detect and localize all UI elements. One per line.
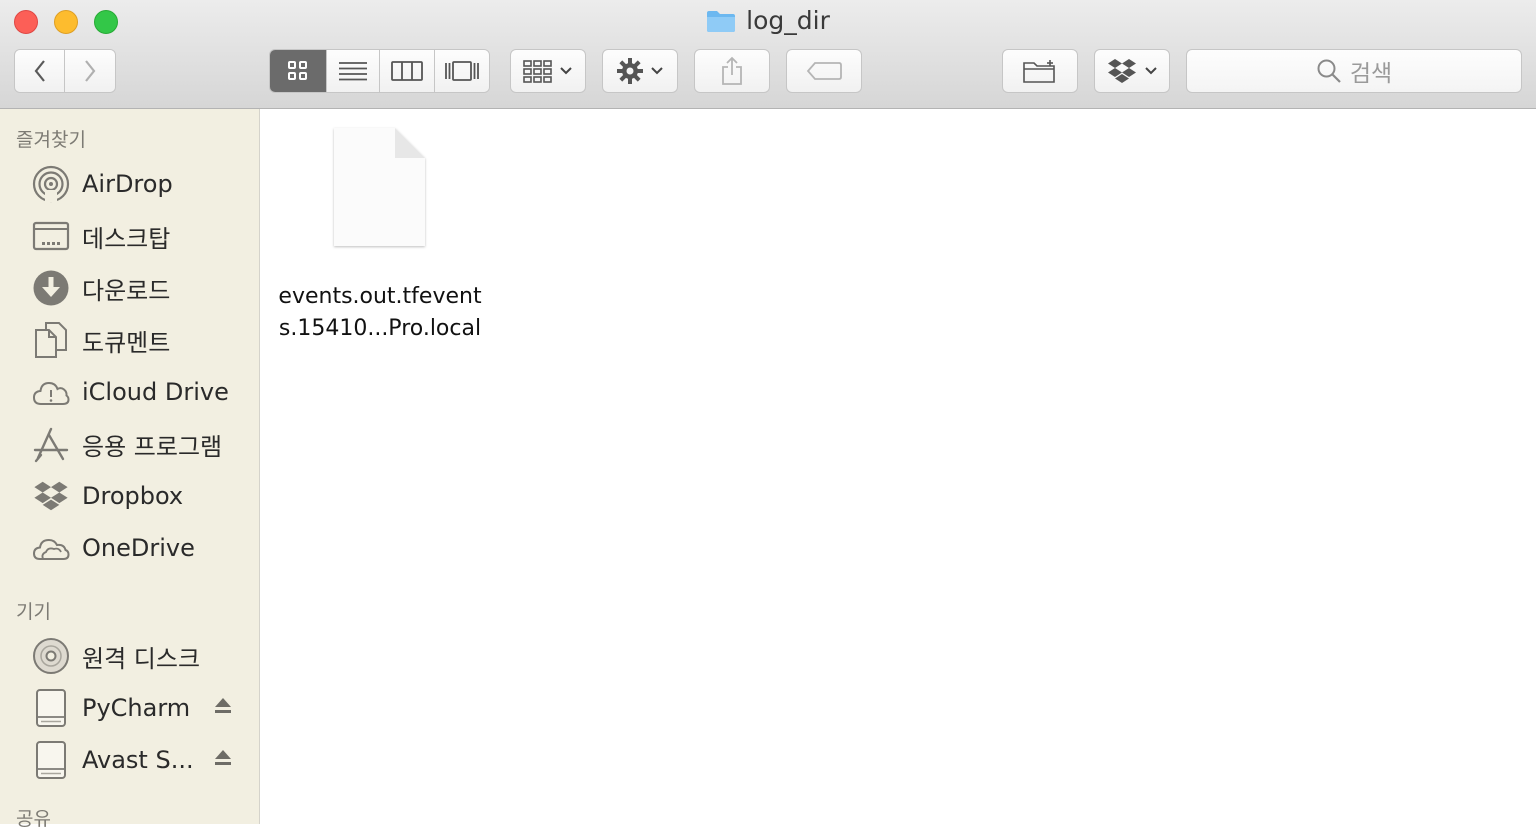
list-view-button[interactable] [327,50,380,92]
list-icon [339,62,368,81]
eject-icon[interactable] [213,696,233,720]
edit-tags-button[interactable] [786,49,862,93]
sidebar-item-applications[interactable]: 응용 프로그램 [30,422,255,466]
sidebar-item-icloud-drive[interactable]: iCloud Drive [30,370,255,414]
dropbox-icon [1108,59,1136,83]
sidebar-item-label: OneDrive [82,534,195,562]
file-name-line: s.15410...Pro.local [278,316,482,341]
navigation-buttons [14,49,116,93]
drive-icon [30,740,72,780]
search-icon [1317,59,1341,83]
share-button[interactable] [694,49,770,93]
window-title: log_dir [0,6,1536,39]
file-name: events.out.tfevent s.15410...Pro.local [275,281,485,345]
dropbox-icon [30,476,72,516]
sidebar-item-label: 도큐멘트 [82,328,171,357]
window-title-label: log_dir [746,6,830,35]
sidebar-item-label: 응용 프로그램 [82,432,223,461]
sidebar-item-label: 데스크탑 [82,224,171,253]
columns-icon [390,61,423,81]
applications-icon [30,424,72,464]
back-button[interactable] [15,50,65,92]
share-icon [722,56,742,85]
sidebar-item-pycharm[interactable]: PyCharm [30,686,255,730]
sidebar-item-dropbox[interactable]: Dropbox [30,474,255,518]
eject-icon[interactable] [213,748,233,772]
sidebar-item-avast[interactable]: Avast S... [30,738,255,782]
sidebar-item-remote-disc[interactable]: 원격 디스크 [30,634,255,678]
window-toolbar: log_dir 검색 [0,0,1536,109]
new-folder-icon [1023,60,1055,83]
new-folder-button[interactable] [1002,49,1078,93]
tag-icon [806,62,842,80]
gear-icon [617,58,643,84]
chevron-left-icon [34,60,45,82]
sidebar-item-documents[interactable]: 도큐멘트 [30,318,255,362]
group-by-button[interactable] [510,49,586,93]
sidebar-item-label: 원격 디스크 [82,644,201,673]
view-mode-control [269,49,490,93]
desktop-icon [30,216,72,256]
search-placeholder: 검색 [1349,61,1393,87]
sidebar-item-label: Avast S... [82,746,194,774]
airdrop-icon [30,164,72,204]
drive-icon [30,688,72,728]
favorites-section-title: 즐겨찾기 [16,129,86,151]
chevron-down-icon [651,67,663,75]
sidebar-item-desktop[interactable]: 데스크탑 [30,214,255,258]
sidebar-item-label: 다운로드 [82,276,171,305]
sidebar-item-airdrop[interactable]: AirDrop [30,162,255,206]
sidebar-item-label: iCloud Drive [82,378,229,406]
documents-icon [30,320,72,360]
forward-button[interactable] [65,50,115,92]
search-field[interactable]: 검색 [1186,49,1522,93]
column-view-button[interactable] [380,50,435,92]
icloud-icon [30,372,72,412]
sidebar-item-onedrive[interactable]: OneDrive [30,526,255,570]
grid-icon [288,61,308,80]
onedrive-icon [30,528,72,568]
file-name-line: events.out.tfevent [278,284,482,309]
gallery-icon [444,61,479,81]
sidebar-item-downloads[interactable]: 다운로드 [30,266,255,310]
sidebar-item-label: AirDrop [82,170,173,198]
group-grid-icon [523,60,552,83]
folder-icon [706,9,736,39]
icon-view-button[interactable] [270,50,328,92]
chevron-down-icon [1145,67,1157,75]
chevron-right-icon [85,60,96,82]
sidebar-item-label: Dropbox [82,482,184,510]
shared-section-title: 공유 [16,808,51,830]
downloads-icon [30,268,72,308]
dropbox-menu-button[interactable] [1094,49,1170,93]
gallery-view-button[interactable] [434,50,489,92]
remote-disc-icon [30,636,72,676]
document-file-icon [334,128,425,246]
action-menu-button[interactable] [602,49,678,93]
chevron-down-icon [560,67,572,75]
file-browser-content: events.out.tfevent s.15410...Pro.local [261,109,1536,824]
devices-section-title: 기기 [16,601,51,623]
sidebar: 즐겨찾기 AirDrop 데스크탑 다운로드 도큐멘트 iCloud Drive [0,109,260,830]
sidebar-item-label: PyCharm [82,694,191,722]
